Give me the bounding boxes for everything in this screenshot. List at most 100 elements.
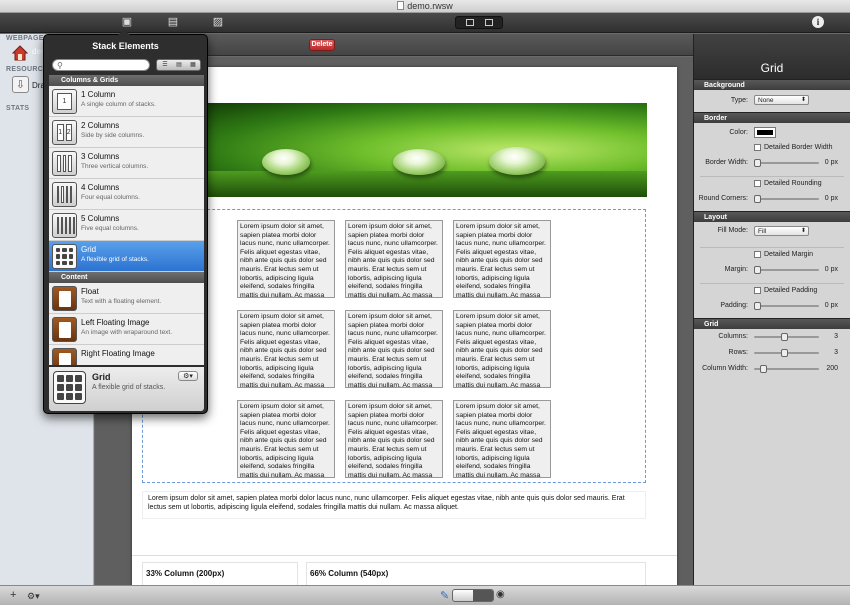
grid-stack-icon <box>53 371 86 404</box>
detailed-rounding-checkbox[interactable] <box>754 180 761 187</box>
slider-knob[interactable] <box>754 195 761 203</box>
stack-item[interactable]: Left Floating Image An image with wraparo… <box>49 314 204 345</box>
stack-item[interactable]: Grid A flexible grid of stacks. <box>49 241 204 272</box>
columns-icon: 12 <box>52 120 77 145</box>
columns-icon: 1 <box>52 89 77 114</box>
icon-view-icon[interactable]: ▦ <box>188 62 198 69</box>
stack-item[interactable]: Right Floating Image <box>49 345 204 365</box>
selected-stack-info: Grid A flexible grid of stacks. ⚙▾ <box>49 367 204 411</box>
add-page-button[interactable]: + <box>10 589 16 601</box>
view-mode-toggle[interactable]: ☰ ▤ ▦ <box>156 59 201 71</box>
slider-knob[interactable] <box>754 302 761 310</box>
grid-cell[interactable]: Lorem ipsum dolor sit amet, sapien plate… <box>345 310 443 388</box>
pages-icon[interactable]: ▤ <box>166 16 180 29</box>
stacks-icon[interactable]: ▣ <box>120 16 134 29</box>
stack-item-desc: Four equal columns. <box>81 194 140 201</box>
preview-segment[interactable] <box>473 590 493 601</box>
stack-item[interactable]: Float Text with a floating element. <box>49 283 204 314</box>
detailed-padding-checkbox[interactable] <box>754 287 761 294</box>
section-border[interactable]: Border <box>694 112 850 123</box>
margin-slider[interactable] <box>754 266 819 274</box>
house-icon <box>12 45 28 61</box>
search-input[interactable]: ⚲ <box>52 59 150 71</box>
grid-stack[interactable]: Lorem ipsum dolor sit amet, sapien plate… <box>142 209 646 483</box>
rows-slider[interactable] <box>754 349 819 357</box>
category-header[interactable]: Content <box>49 272 204 283</box>
section-background[interactable]: Background <box>694 79 850 90</box>
stack-item-desc: A single column of stacks. <box>81 101 156 108</box>
stack-item-name: Left Floating Image <box>81 318 150 327</box>
slider-knob[interactable] <box>754 159 761 167</box>
delete-button[interactable]: Delete <box>309 39 335 51</box>
category-header[interactable]: Columns & Grids <box>49 75 204 86</box>
banner-image <box>207 103 647 197</box>
stack-item-name: 1 Column <box>81 90 116 99</box>
stack-item[interactable]: 12 2 Columns Side by side columns. <box>49 117 204 148</box>
float-icon <box>52 317 77 342</box>
stack-item-name: 2 Columns <box>81 121 120 130</box>
popover-caret <box>118 29 130 35</box>
round-corners-slider[interactable] <box>754 195 819 203</box>
stack-item-desc: An image with wraparound text. <box>81 329 173 336</box>
round-corners-value: 0 px <box>824 195 838 202</box>
grid-cell[interactable]: Lorem ipsum dolor sit amet, sapien plate… <box>453 400 551 478</box>
layout-toggle[interactable] <box>455 16 503 29</box>
slider-knob[interactable] <box>754 266 761 274</box>
column-33-label: 33% Column (200px) <box>146 569 225 578</box>
split-view-icon[interactable] <box>485 19 493 26</box>
slider-knob[interactable] <box>781 349 788 357</box>
inspector-title: Grid <box>694 34 850 79</box>
info-icon[interactable]: i <box>812 16 824 28</box>
fill-mode-label: Fill Mode: <box>717 227 748 234</box>
slider-knob[interactable] <box>760 365 767 373</box>
single-view-icon[interactable] <box>466 19 474 26</box>
detailed-margin-checkbox[interactable] <box>754 251 761 258</box>
type-select[interactable]: None <box>754 95 809 105</box>
rows-row: Rows: 3 <box>694 345 850 361</box>
water-drop <box>489 147 545 175</box>
slider-knob[interactable] <box>781 333 788 341</box>
detailed-padding-label: Detailed Padding <box>764 287 818 294</box>
edit-preview-toggle[interactable] <box>452 589 494 602</box>
gear-menu-button[interactable]: ⚙▾ <box>27 591 40 602</box>
document-icon <box>397 1 405 10</box>
pencil-icon[interactable]: ✎ <box>440 589 449 602</box>
detail-view-icon[interactable]: ▤ <box>174 62 184 69</box>
grid-cell[interactable]: Lorem ipsum dolor sit amet, sapien plate… <box>345 220 443 298</box>
grid-cell[interactable]: Lorem ipsum dolor sit amet, sapien plate… <box>453 220 551 298</box>
border-color-well[interactable] <box>754 127 776 138</box>
border-width-slider[interactable] <box>754 159 819 167</box>
text-stack[interactable]: Lorem ipsum dolor sit amet, sapien plate… <box>142 491 646 519</box>
fill-mode-select[interactable]: Fill <box>754 226 809 236</box>
section-layout[interactable]: Layout <box>694 211 850 222</box>
list-view-icon[interactable]: ☰ <box>160 62 170 69</box>
section-grid[interactable]: Grid <box>694 318 850 329</box>
padding-slider[interactable] <box>754 302 819 310</box>
grid-cell[interactable]: Lorem ipsum dolor sit amet, sapien plate… <box>237 310 335 388</box>
eye-icon[interactable]: ◉ <box>496 589 505 600</box>
grid-cell[interactable]: Lorem ipsum dolor sit amet, sapien plate… <box>453 310 551 388</box>
detailed-width-checkbox[interactable] <box>754 144 761 151</box>
grid-cell[interactable]: Lorem ipsum dolor sit amet, sapien plate… <box>345 400 443 478</box>
margin-label: Margin: <box>724 266 748 273</box>
column-width-slider[interactable] <box>754 365 819 373</box>
stack-item[interactable]: 4 Columns Four equal columns. <box>49 179 204 210</box>
columns-slider[interactable] <box>754 333 819 341</box>
stack-item[interactable]: 3 Columns Three vertical columns. <box>49 148 204 179</box>
round-corners-row: Round Corners: 0 px <box>694 191 850 207</box>
stack-item-name: 5 Columns <box>81 214 120 223</box>
stack-item[interactable]: 1 1 Column A single column of stacks. <box>49 86 204 117</box>
columns-value: 3 <box>834 333 838 340</box>
columns-icon <box>52 182 77 207</box>
media-icon[interactable]: ▨ <box>211 16 225 29</box>
detailed-margin-row: Detailed Margin <box>694 248 850 262</box>
grid-cell[interactable]: Lorem ipsum dolor sit amet, sapien plate… <box>237 220 335 298</box>
grid-cell[interactable]: Lorem ipsum dolor sit amet, sapien plate… <box>237 400 335 478</box>
download-icon: ⇩ <box>12 76 29 93</box>
rows-value: 3 <box>834 349 838 356</box>
columns-icon <box>52 151 77 176</box>
stack-item[interactable]: 5 Columns Five equal columns. <box>49 210 204 241</box>
detailed-padding-row: Detailed Padding <box>694 284 850 298</box>
detailed-width-row: Detailed Border Width <box>694 143 850 155</box>
stack-gear-button[interactable]: ⚙▾ <box>178 371 198 381</box>
